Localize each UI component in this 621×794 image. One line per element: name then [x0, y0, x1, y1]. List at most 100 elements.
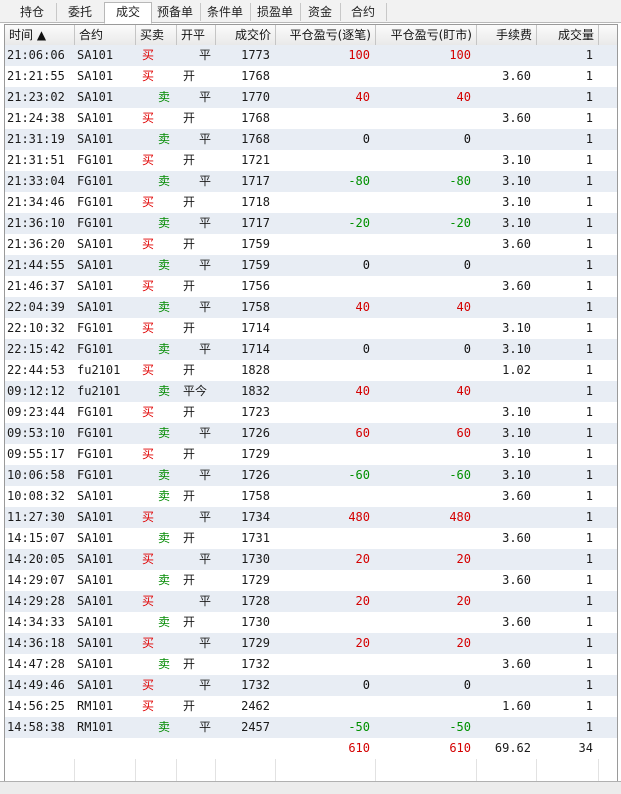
cell-price: 1768 [241, 132, 270, 146]
cell-fee [477, 129, 537, 150]
cell-contract: SA101 [77, 237, 114, 251]
table-row[interactable]: 14:58:38 RM101 卖 平 2457 -50 -50 1 [5, 717, 617, 738]
cell-fee: 1.60 [502, 699, 531, 713]
table-row[interactable]: 14:34:33 SA101 卖开 1730 3.60 1 [5, 612, 617, 633]
cell-pnl-mark [376, 66, 477, 87]
table-row[interactable]: 22:44:53 fu2101 买 开 1828 1.02 1 [5, 360, 617, 381]
cell-pnl-per-trade [276, 360, 376, 381]
col-pnl-per-trade-header[interactable]: 平仓盈亏(逐笔) [276, 25, 376, 45]
table-row[interactable]: 21:21:55 SA101 买 开 1768 3.60 1 [5, 66, 617, 87]
table-row[interactable]: 21:44:55 SA101 卖 平 1759 0 0 1 [5, 255, 617, 276]
table-row[interactable]: 21:23:02 SA101 卖 平 1770 40 40 1 [5, 87, 617, 108]
col-volume-header[interactable]: 成交量 [537, 25, 599, 45]
table-row[interactable]: 21:06:06 SA101 买 平 1773 100 100 1 [5, 45, 617, 66]
cell-volume: 1 [585, 510, 593, 524]
cell-volume: 1 [585, 237, 593, 251]
table-row[interactable]: 14:49:46 SA101 买 平 1732 0 0 1 [5, 675, 617, 696]
cell-volume: 1 [585, 594, 593, 608]
col-pnl-mark-header[interactable]: 平仓盈亏(盯市) [376, 25, 477, 45]
cell-open-close: 开 [183, 699, 196, 713]
cell-side: 卖 [158, 657, 171, 671]
col-contract-header[interactable]: 合约 [75, 25, 136, 45]
tab-contracts[interactable]: 合约 [340, 3, 387, 21]
cell-open-close: 开 [183, 279, 196, 293]
tab-prepared-orders[interactable]: 预备单 [150, 3, 201, 21]
cell-fee: 3.10 [502, 321, 531, 335]
cell-open-close: 平今 [183, 384, 208, 398]
table-row[interactable]: 21:31:19 SA101 卖 平 1768 0 0 1 [5, 129, 617, 150]
table-row[interactable]: 21:36:10 FG101 卖 平 1717 -20 -20 3.10 1 [5, 213, 617, 234]
table-row[interactable]: 14:36:18 SA101 买 平 1729 20 20 1 [5, 633, 617, 654]
cell-open-close: 开 [183, 405, 196, 419]
cell-price: 2462 [241, 699, 270, 713]
table-row[interactable]: 22:04:39 SA101 卖 平 1758 40 40 1 [5, 297, 617, 318]
cell-fee [477, 87, 537, 108]
cell-volume: 1 [585, 552, 593, 566]
table-row[interactable]: 14:47:28 SA101 卖开 1732 3.60 1 [5, 654, 617, 675]
table-row[interactable]: 09:55:17 FG101 买 开 1729 3.10 1 [5, 444, 617, 465]
cell-contract: SA101 [77, 552, 114, 566]
cell-time: 21:06:06 [7, 48, 65, 62]
tab-funds[interactable]: 资金 [300, 3, 341, 21]
table-row[interactable]: 14:20:05 SA101 买 平 1730 20 20 1 [5, 549, 617, 570]
cell-side: 卖 [158, 531, 171, 545]
cell-price: 2457 [241, 720, 270, 734]
table-row[interactable]: 14:29:07 SA101 卖开 1729 3.60 1 [5, 570, 617, 591]
table-row[interactable]: 09:23:44 FG101 买 开 1723 3.10 1 [5, 402, 617, 423]
col-price-header[interactable]: 成交价 [216, 25, 276, 45]
tab-conditional-orders[interactable]: 条件单 [200, 3, 251, 21]
cell-time: 09:12:12 [7, 384, 65, 398]
table-row[interactable]: 21:46:37 SA101 买 开 1756 3.60 1 [5, 276, 617, 297]
table-row[interactable]: 14:29:28 SA101 买 平 1728 20 20 1 [5, 591, 617, 612]
tab-positions[interactable]: 持仓 [8, 3, 57, 21]
table-row[interactable]: 21:34:46 FG101 买 开 1718 3.10 1 [5, 192, 617, 213]
tab-orders[interactable]: 委托 [56, 3, 105, 21]
tab-trades[interactable]: 成交 [104, 2, 152, 24]
cell-open-close: 平 [199, 594, 212, 608]
table-row[interactable]: 09:53:10 FG101 卖 平 1726 60 60 3.10 1 [5, 423, 617, 444]
table-row[interactable]: 21:33:04 FG101 卖 平 1717 -80 -80 3.10 1 [5, 171, 617, 192]
cell-contract: FG101 [77, 342, 114, 356]
cell-side: 买 [142, 405, 155, 419]
cell-open-close: 平 [199, 258, 212, 272]
col-side-header[interactable]: 买卖 [136, 25, 177, 45]
tab-stop-orders[interactable]: 损盈单 [250, 3, 301, 21]
cell-time: 14:29:28 [7, 594, 65, 608]
cell-volume: 1 [585, 678, 593, 692]
table-row[interactable]: 21:31:51 FG101 买 开 1721 3.10 1 [5, 150, 617, 171]
table-row[interactable]: 10:08:32 SA101 卖开 1758 3.60 1 [5, 486, 617, 507]
table-row[interactable]: 11:27:30 SA101 买 平 1734 480 480 1 [5, 507, 617, 528]
col-open-close-header[interactable]: 开平 [177, 25, 216, 45]
cell-fee: 1.02 [502, 363, 531, 377]
cell-pnl-mark [376, 360, 477, 381]
total-fee: 69.62 [494, 741, 531, 755]
cell-contract: SA101 [77, 531, 114, 545]
cell-open-close: 平 [199, 132, 212, 146]
col-time-header[interactable]: 时间 ▲ [5, 25, 75, 45]
cell-pnl-mark [376, 234, 477, 255]
cell-price: 1726 [241, 468, 270, 482]
table-row[interactable]: 22:10:32 FG101 买 开 1714 3.10 1 [5, 318, 617, 339]
table-row[interactable]: 14:15:07 SA101 卖开 1731 3.60 1 [5, 528, 617, 549]
table-row[interactable]: 10:06:58 FG101 卖 平 1726 -60 -60 3.10 1 [5, 465, 617, 486]
table-row[interactable]: 21:36:20 SA101 买 开 1759 3.60 1 [5, 234, 617, 255]
cell-open-close: 平 [199, 426, 212, 440]
cell-time: 21:36:10 [7, 216, 65, 230]
cell-time: 09:55:17 [7, 447, 65, 461]
table-row[interactable]: 14:56:25 RM101 买 开 2462 1.60 1 [5, 696, 617, 717]
cell-pnl-per-trade: 0 [362, 258, 370, 272]
cell-contract: RM101 [77, 720, 114, 734]
table-row[interactable]: 09:12:12 fu2101 卖平今 1832 40 40 1 [5, 381, 617, 402]
cell-side: 卖 [158, 90, 171, 104]
table-row[interactable]: 22:15:42 FG101 卖 平 1714 0 0 3.10 1 [5, 339, 617, 360]
cell-open-close: 平 [199, 678, 212, 692]
cell-contract: SA101 [77, 279, 114, 293]
table-row[interactable]: 21:24:38 SA101 买 开 1768 3.60 1 [5, 108, 617, 129]
cell-pnl-per-trade: 100 [348, 48, 370, 62]
col-fee-header[interactable]: 手续费 [477, 25, 537, 45]
cell-pnl-per-trade: 60 [355, 426, 370, 440]
cell-volume: 1 [585, 573, 593, 587]
cell-pnl-mark: 0 [463, 678, 471, 692]
cell-time: 21:34:46 [7, 195, 65, 209]
status-bar [0, 781, 621, 794]
